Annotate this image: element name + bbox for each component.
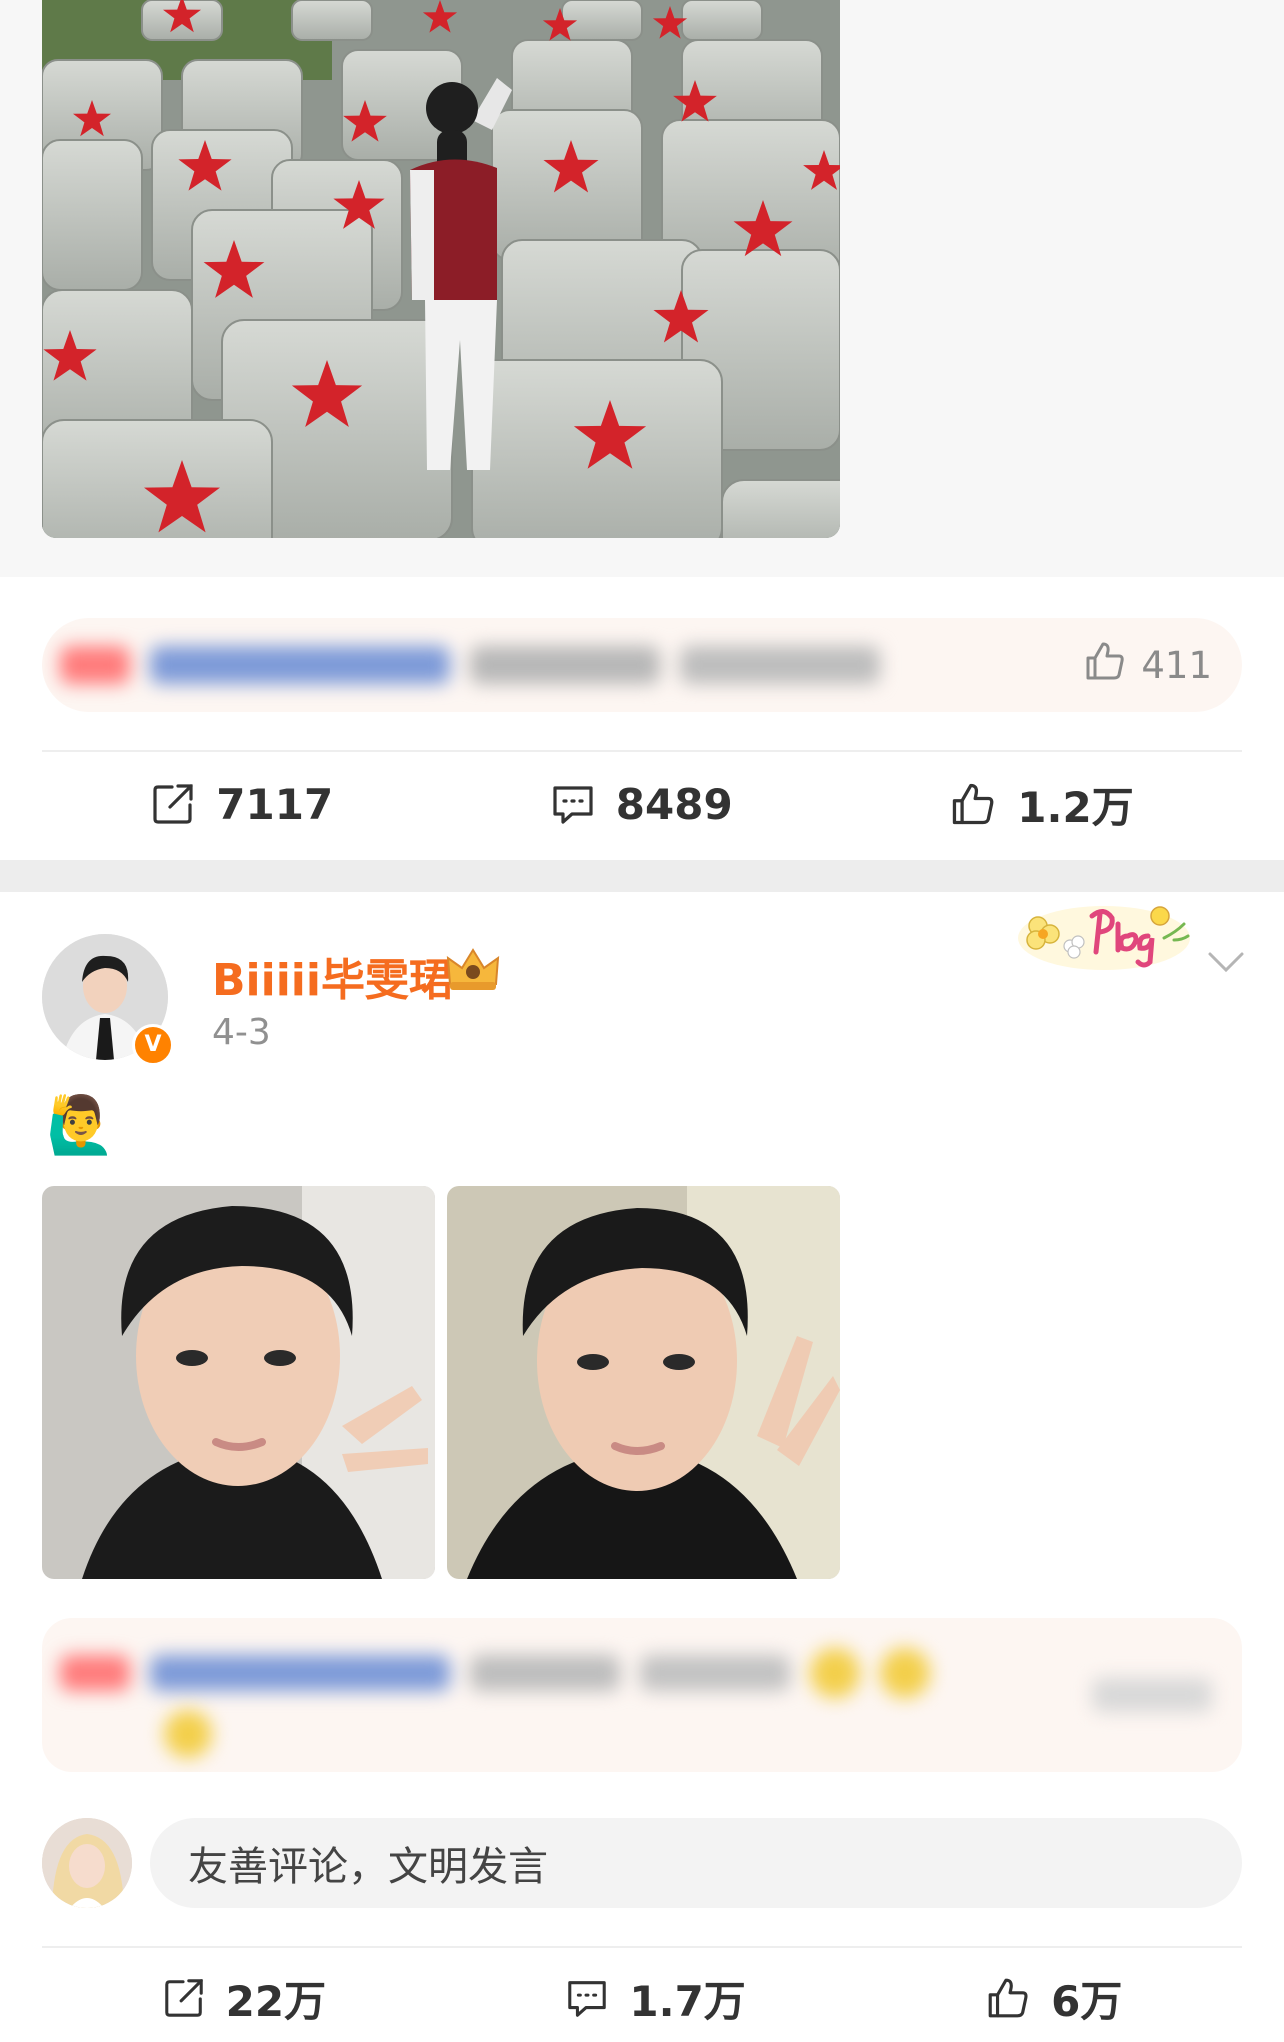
divider — [42, 750, 1242, 752]
comment-button[interactable]: 1.7万 — [565, 1968, 746, 2029]
post-photo-2[interactable] — [447, 1186, 840, 1579]
current-user-avatar — [42, 1818, 132, 1908]
hot-comment-text-blurred — [60, 646, 880, 684]
comment-count: 8489 — [615, 779, 733, 829]
repost-button[interactable]: 7117 — [150, 780, 333, 829]
hot-comment-text-blurred — [60, 1648, 930, 1698]
like-button[interactable]: 6万 — [985, 1968, 1122, 2029]
post-date: 4-3 — [212, 1012, 271, 1053]
comment-input[interactable]: 友善评论，文明发言 — [150, 1818, 1242, 1908]
divider — [42, 1946, 1242, 1948]
post-text: 🙋‍♂️ — [46, 1093, 116, 1158]
like-button[interactable]: 1.2万 — [949, 774, 1134, 835]
comment-icon — [565, 1976, 609, 2020]
hot-comment-like-blurred — [1092, 1678, 1212, 1712]
like-icon — [1083, 639, 1127, 692]
emoji-blurred — [164, 1710, 212, 1758]
repost-count: 7117 — [216, 779, 334, 829]
like-count: 6万 — [1051, 1976, 1123, 2026]
plog-sticker-icon — [1014, 896, 1194, 980]
comment-icon — [550, 781, 596, 827]
comment-count: 1.7万 — [629, 1976, 746, 2026]
post-2-action-bar: 22万 1.7万 6万 — [42, 1958, 1242, 2038]
repost-icon — [150, 781, 196, 827]
repost-icon — [162, 1976, 206, 2020]
like-icon — [949, 780, 997, 828]
hot-comment-like[interactable]: 411 — [1083, 640, 1212, 690]
post-1-action-bar: 7117 8489 1.2万 — [42, 762, 1242, 846]
comment-button[interactable]: 8489 — [550, 780, 733, 829]
chevron-down-icon[interactable] — [1206, 950, 1246, 978]
feed-separator — [0, 860, 1284, 892]
like-count: 1.2万 — [1017, 782, 1134, 832]
like-icon — [985, 1975, 1031, 2021]
post-photo-1[interactable] — [42, 1186, 435, 1579]
username[interactable]: Biiiii毕雯珺 — [212, 944, 453, 1008]
repost-count: 22万 — [225, 1976, 327, 2026]
repost-button[interactable]: 22万 — [162, 1968, 326, 2029]
comment-input-placeholder: 友善评论，文明发言 — [188, 1844, 548, 1890]
verified-badge: V — [132, 1024, 174, 1066]
hot-comment-preview[interactable]: 411 — [42, 618, 1242, 712]
post-1-photo[interactable] — [42, 0, 840, 538]
hot-comment-preview[interactable] — [42, 1618, 1242, 1772]
hot-comment-like-count: 411 — [1141, 643, 1212, 687]
crown-icon — [444, 944, 502, 998]
